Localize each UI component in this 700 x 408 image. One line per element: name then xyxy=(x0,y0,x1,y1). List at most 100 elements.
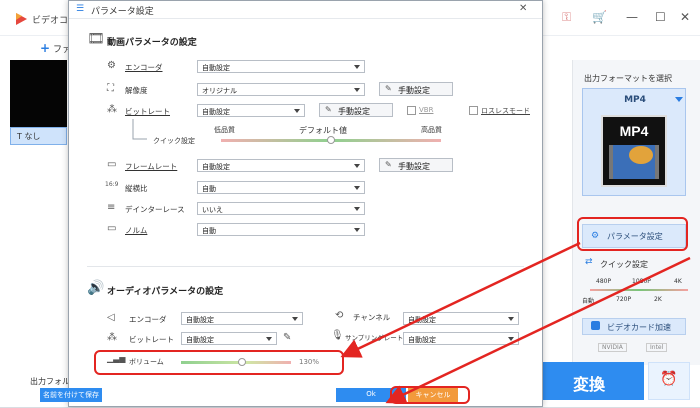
audio-encoder-value: 自動設定 xyxy=(186,316,214,324)
deinterlace-select[interactable]: いいえ xyxy=(197,202,365,215)
quick-settings-icon: ⇄ xyxy=(585,257,593,267)
video-encoder-label[interactable]: エンコーダ xyxy=(125,62,163,73)
norm-label[interactable]: ノルム xyxy=(125,225,147,236)
dialog-close-icon[interactable]: ✕ xyxy=(519,3,527,14)
output-format-label: 出力フォーマットを選択 xyxy=(584,74,672,83)
quality-slider[interactable] xyxy=(221,136,441,144)
output-folder-label: 出力フォル xyxy=(30,377,70,386)
subtitle-value: なし xyxy=(24,132,41,141)
app-title: ビデオコ xyxy=(32,16,69,26)
chevron-down-icon xyxy=(292,317,298,321)
norm-select[interactable]: 自動 xyxy=(197,223,365,236)
audio-encoder-label: エンコーダ xyxy=(129,315,167,324)
framerate-icon: ▭ xyxy=(107,159,117,170)
key-icon[interactable]: ⚿ xyxy=(562,10,571,25)
save-as-button[interactable]: 名前を付けて保存 xyxy=(40,388,102,402)
channel-value: 自動設定 xyxy=(408,316,436,324)
framerate-label[interactable]: フレームレート xyxy=(125,161,177,172)
deinterlace-label: デインターレース xyxy=(125,205,185,214)
chevron-down-icon xyxy=(354,186,360,190)
gpu-icon xyxy=(591,321,600,330)
quick-quality-scale[interactable]: 480P 1080P 4K 自動 720P 2K xyxy=(582,278,690,314)
framerate-select[interactable]: 自動設定 xyxy=(197,159,365,172)
gpu-acceleration-label: ビデオカード加速 xyxy=(607,323,671,332)
quality-slider-thumb[interactable] xyxy=(327,136,335,144)
chevron-down-icon xyxy=(354,164,360,168)
microphone-icon: 🎙 xyxy=(331,330,344,341)
video-section-title: 動画パラメータの設定 xyxy=(107,38,197,48)
gpu-acceleration-button[interactable]: ビデオカード加速 xyxy=(582,318,686,335)
nvidia-logo: NVIDIA xyxy=(598,343,627,352)
vbr-checkbox[interactable] xyxy=(407,106,416,115)
video-bitrate-label[interactable]: ビットレート xyxy=(125,106,170,117)
aspect-label: 縦横比 xyxy=(125,184,148,193)
aspect-value: 自動 xyxy=(202,185,216,193)
maximize-icon[interactable]: ☐ xyxy=(655,10,666,24)
pencil-icon: ✎ xyxy=(385,160,392,169)
format-card[interactable]: MP4 MP4 xyxy=(582,88,686,196)
pencil-icon[interactable]: ✎ xyxy=(283,332,291,343)
resolution-select[interactable]: オリジナル xyxy=(197,83,365,96)
pencil-icon: ✎ xyxy=(325,105,332,114)
cart-icon[interactable]: 🛒 xyxy=(592,10,607,24)
quality-high-label: 高品質 xyxy=(421,126,442,134)
subtitle-select[interactable]: T なし xyxy=(10,127,67,145)
section-divider xyxy=(87,266,524,267)
chevron-down-icon xyxy=(266,337,272,341)
audio-bitrate-select[interactable]: 自動設定 xyxy=(181,332,277,345)
channel-icon: ⟲ xyxy=(335,310,344,321)
bitrate-manual-button[interactable]: ✎ 手動設定 xyxy=(319,103,393,117)
resolution-manual-label: 手動設定 xyxy=(398,86,430,95)
bitrate-manual-label: 手動設定 xyxy=(338,107,370,116)
scale-label-1080p: 1080P xyxy=(632,278,651,285)
convert-button[interactable]: 変換 xyxy=(534,362,644,400)
resolution-label: 解像度 xyxy=(125,86,148,95)
film-icon: 🎞 xyxy=(87,31,105,47)
quick-scale-track xyxy=(590,289,688,291)
channel-select[interactable]: 自動設定 xyxy=(403,312,519,325)
parameter-dialog: ☰ パラメータ設定 ✕ 🎞 動画パラメータの設定 ⚙ エンコーダ 自動設定 ⛶ … xyxy=(68,0,543,407)
scale-label-720p: 720P xyxy=(616,296,632,303)
aspect-select[interactable]: 自動 xyxy=(197,181,365,194)
pencil-icon: ✎ xyxy=(385,84,392,93)
scale-label-auto: 自動 xyxy=(582,298,595,305)
samplerate-select[interactable]: 自動設定 xyxy=(403,332,519,345)
chevron-down-icon xyxy=(508,337,514,341)
format-name: MP4 xyxy=(624,95,646,105)
chevron-down-icon xyxy=(354,228,360,232)
audio-encoder-select[interactable]: 自動設定 xyxy=(181,312,303,325)
audio-bitrate-value: 自動設定 xyxy=(186,336,214,344)
chevron-down-icon xyxy=(354,88,360,92)
sliders-icon: ☰ xyxy=(76,4,85,14)
video-bitrate-select[interactable]: 自動設定 xyxy=(197,104,305,117)
video-preview xyxy=(10,60,67,127)
chevron-down-icon xyxy=(508,317,514,321)
audio-bitrate-icon: ⁂ xyxy=(107,332,117,343)
resolution-manual-button[interactable]: ✎ 手動設定 xyxy=(379,82,453,96)
channel-label: チャンネル xyxy=(353,313,391,322)
audio-section-title: オーディオパラメータの設定 xyxy=(107,287,224,297)
encoder-gear-icon: ⚙ xyxy=(107,60,116,71)
gpu-logos: NVIDIA Intel xyxy=(584,340,688,354)
scale-label-4k: 4K xyxy=(674,278,682,285)
chevron-down-icon xyxy=(354,65,360,69)
alarm-clock-icon[interactable]: ⏰ xyxy=(648,362,690,400)
lossless-label: ロスレスモード xyxy=(481,107,530,115)
norm-value: 自動 xyxy=(202,227,216,235)
lossless-checkbox[interactable] xyxy=(469,106,478,115)
deinterlace-icon: ≡ xyxy=(107,202,116,213)
speaker-gear-icon: 🔊 xyxy=(87,280,105,296)
app-logo-icon xyxy=(14,12,28,26)
chevron-down-icon[interactable] xyxy=(675,97,683,102)
close-icon[interactable]: ✕ xyxy=(680,10,690,24)
deinterlace-value: いいえ xyxy=(202,206,223,214)
minimize-icon[interactable]: — xyxy=(626,10,638,24)
framerate-manual-button[interactable]: ✎ 手動設定 xyxy=(379,158,453,172)
add-file-button[interactable]: + ファ xyxy=(40,41,71,55)
chevron-down-icon xyxy=(294,109,300,113)
video-encoder-select[interactable]: 自動設定 xyxy=(197,60,365,73)
resolution-icon: ⛶ xyxy=(107,83,114,94)
framerate-value: 自動設定 xyxy=(202,163,230,171)
highlight-ok-button xyxy=(390,386,470,404)
quality-quick-label: クイック設定 xyxy=(153,137,195,145)
